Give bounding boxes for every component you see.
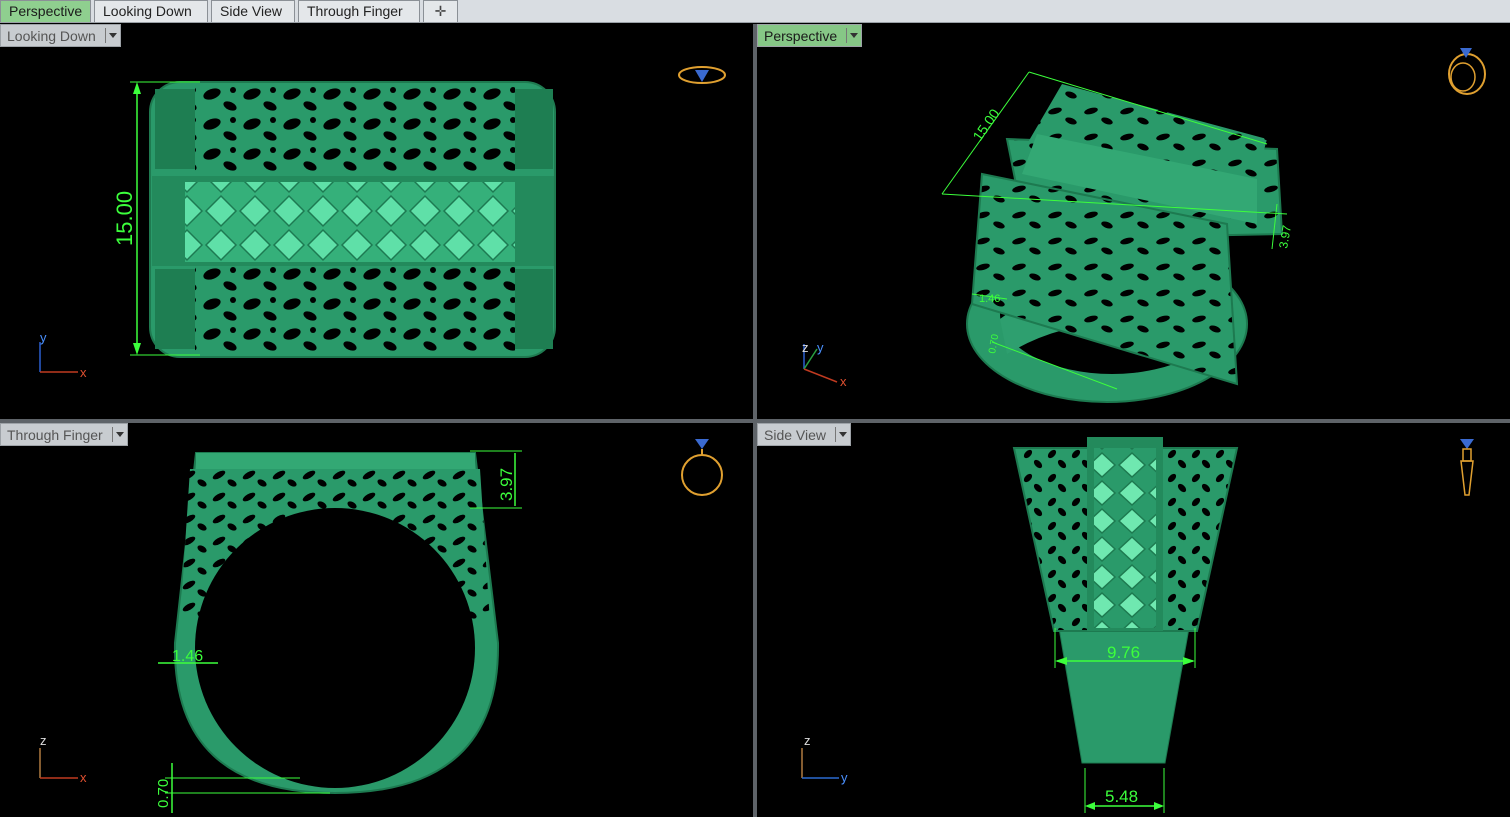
axis-label-x: x [80,365,87,380]
viewport-label-through-finger[interactable]: Through Finger [0,423,128,446]
add-tab-button[interactable]: ✛ [423,0,458,22]
tab-looking-down[interactable]: Looking Down [94,0,208,22]
chevron-down-icon[interactable] [846,28,859,43]
viewport-label-text: Looking Down [7,28,96,44]
viewport-looking-down[interactable]: 15.00 y x Looking Down [0,24,753,419]
viewport-label-text: Perspective [764,28,838,44]
viewport-label-side-view[interactable]: Side View [757,423,852,446]
chevron-down-icon[interactable] [104,28,118,43]
chevron-down-icon[interactable] [111,427,125,442]
axis-label-x: x [840,374,847,389]
axis-label-z: z [802,340,809,355]
orientation-gizmo-icon[interactable] [678,66,726,84]
dim-band-label: 1.46 [979,293,1000,305]
ring-front-render: 3.97 1.46 0.70 z x [39,439,723,813]
axis-label-x: x [80,770,87,785]
plus-icon: ✛ [434,3,447,19]
tab-perspective[interactable]: Perspective [0,0,91,22]
dim-length-label: 15.00 [969,106,1002,144]
axis-label-y: y [841,770,848,785]
dim-depth-label: 3.97 [1276,224,1294,250]
axis-indicator: z y [801,733,848,785]
axis-label-y: y [40,330,47,345]
orientation-gizmo-icon[interactable] [681,439,723,496]
viewport-label-perspective[interactable]: Perspective [757,24,863,47]
axis-indicator: z x [39,733,87,785]
dim-depth-label: 3.97 [497,468,516,501]
axis-indicator: z y x [802,340,847,389]
viewport-through-finger[interactable]: 3.97 1.46 0.70 z x Through Finger [0,423,753,817]
dim-height-label: 15.00 [112,191,137,246]
viewport-tab-bar: Perspective Looking Down Side View Throu… [0,0,1510,23]
viewport-perspective[interactable]: 15.00 3.97 1.46 0.70 z y x Perspective [757,24,1510,419]
axis-label-z: z [40,733,47,748]
dim-band-label: 1.46 [172,648,203,665]
ring-side-render: 9.76 5.48 z y [801,437,1474,813]
axis-label-y: y [817,340,824,355]
tab-through-finger[interactable]: Through Finger [298,0,420,22]
viewport-label-text: Side View [764,427,827,443]
orientation-gizmo-icon[interactable] [1460,439,1474,496]
viewport-side-view[interactable]: 9.76 5.48 z y Side View [757,423,1510,817]
dim-shank-label: 5.48 [1105,787,1138,806]
dim-width-label: 9.76 [1107,643,1140,662]
viewport-label-text: Through Finger [7,427,103,443]
viewport-label-looking-down[interactable]: Looking Down [0,24,121,47]
axis-label-z: z [804,733,811,748]
chevron-down-icon[interactable] [835,427,848,442]
dim-bottom-label: 0.70 [155,779,172,808]
ring-perspective-render: 15.00 3.97 1.46 0.70 z y x [802,48,1486,403]
ring-top-render: 15.00 y x [39,66,726,380]
tab-side-view[interactable]: Side View [211,0,295,22]
axis-indicator: y x [39,330,87,380]
orientation-gizmo-icon[interactable] [1448,48,1486,95]
